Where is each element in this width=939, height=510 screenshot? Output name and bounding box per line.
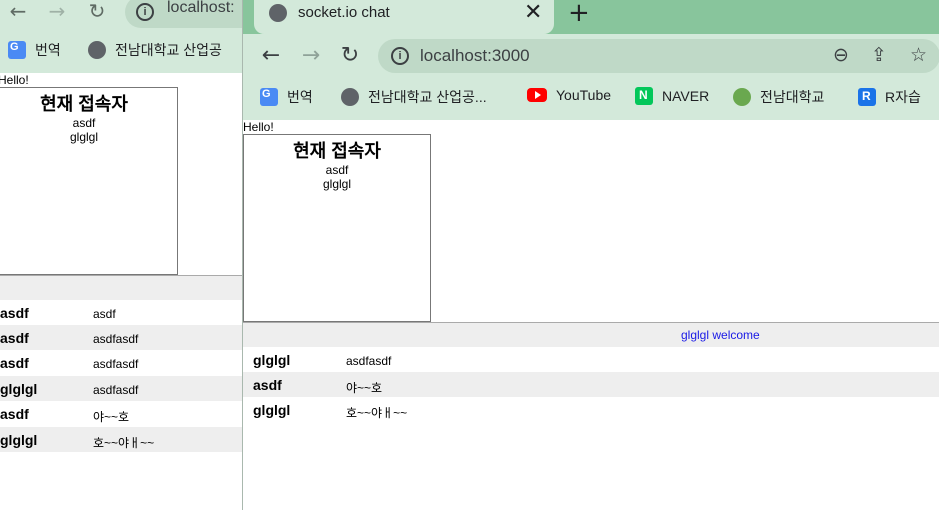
bookmark-r-study[interactable]: R자습 [858, 87, 921, 107]
user-entry: glglgl [322, 177, 352, 191]
close-tab-icon[interactable]: ✕ [524, 0, 542, 26]
bookmark-translate[interactable]: 번역 [8, 40, 61, 60]
globe-icon [269, 4, 287, 22]
bookmark-translate[interactable]: 번역 [260, 87, 313, 107]
cnu-icon [733, 88, 751, 106]
message-author: asdf [0, 406, 29, 422]
url-text: localhost:3000 [420, 46, 530, 65]
front-browser-window[interactable]: socket.io chat ✕ + ← → ↻ i localhost:300… [242, 0, 939, 510]
message-author: glglgl [0, 432, 38, 448]
message-author: asdf [0, 330, 29, 346]
system-message-text: glglgl welcome [681, 328, 760, 342]
bookmark-cnu-industrial[interactable]: 전남대학교 산업공 [88, 40, 222, 60]
reload-icon[interactable]: ↻ [86, 0, 108, 22]
message-text: asdfasdf [93, 332, 139, 346]
bookmark-label: 번역 [287, 89, 313, 105]
message-author: glglgl [0, 381, 38, 397]
message-text: asdfasdf [346, 354, 392, 368]
translate-icon [260, 88, 278, 106]
tab-socketio-chat[interactable]: socket.io chat ✕ [254, 0, 554, 34]
message-row: glglgl 호~~야ㅐ~~ [243, 397, 939, 422]
message-text: 호~~야ㅐ~~ [93, 436, 155, 450]
forward-arrow-icon[interactable]: → [298, 43, 324, 69]
tab-title: socket.io chat [298, 4, 390, 21]
new-tab-icon[interactable]: + [568, 0, 590, 26]
message-row: asdf 야~~호 [0, 401, 242, 426]
forward-arrow-icon[interactable]: → [46, 0, 68, 22]
back-arrow-icon[interactable]: ← [7, 0, 29, 22]
message-author: asdf [253, 377, 282, 393]
zoom-icon[interactable]: ⊖ [833, 44, 849, 66]
message-text: 야~~호 [346, 381, 383, 395]
youtube-icon [527, 88, 547, 102]
message-text: asdfasdf [93, 383, 139, 397]
site-info-icon[interactable]: i [391, 47, 409, 65]
bookmark-label: NAVER [662, 88, 710, 104]
hello-text: Hello! [243, 120, 274, 134]
message-row: asdf asdfasdf [0, 350, 242, 375]
bookmark-label: YouTube [556, 87, 612, 103]
bookmark-star-icon[interactable]: ☆ [910, 44, 927, 66]
system-row-empty [0, 276, 242, 300]
globe-icon [88, 41, 106, 59]
bookmark-youtube[interactable]: YouTube [527, 87, 611, 103]
message-row: glglgl asdfasdf [0, 376, 242, 401]
message-row: asdf 야~~호 [243, 372, 939, 397]
message-text: 호~~야ㅐ~~ [346, 406, 408, 420]
message-row: asdf asdfasdf [0, 325, 242, 350]
back-arrow-icon[interactable]: ← [258, 43, 284, 69]
address-bar[interactable]: i localhost:3000 ⊖ ⇪ ☆ [378, 39, 939, 73]
users-title: 현재 접속자 [293, 141, 381, 161]
bookmark-label: 전남대학교 산업공... [368, 89, 487, 105]
bookmark-cnu-industrial[interactable]: 전남대학교 산업공... [341, 87, 487, 107]
tab-strip: socket.io chat ✕ + [243, 0, 939, 34]
users-title: 현재 접속자 [40, 94, 128, 114]
message-row: asdf asdf [0, 300, 242, 325]
site-info-icon[interactable]: i [136, 3, 154, 21]
user-entry: glglgl [69, 130, 99, 144]
globe-icon [341, 88, 359, 106]
user-entry: asdf [72, 116, 96, 130]
message-author: glglgl [253, 352, 291, 368]
bookmark-label: 전남대학교 [760, 89, 825, 105]
back-browser-window[interactable]: ← → ↻ i localhost: 번역 전남대학교 산업공 Hello! 현… [0, 0, 242, 510]
message-author: glglgl [253, 402, 291, 418]
r-icon [858, 88, 876, 106]
system-message-row: glglgl welcome [243, 323, 939, 347]
bookmark-label: 번역 [35, 42, 61, 58]
message-row: glglgl 호~~야ㅐ~~ [0, 427, 242, 452]
user-entry: asdf [325, 163, 349, 177]
message-author: asdf [0, 305, 29, 321]
back-url-text: localhost: [167, 0, 235, 16]
back-browser-toolbar: ← → ↻ i localhost: 번역 전남대학교 산업공 [0, 0, 242, 73]
message-row: glglgl asdfasdf [243, 347, 939, 372]
message-text: 야~~호 [93, 410, 130, 424]
message-author: asdf [0, 355, 29, 371]
share-icon[interactable]: ⇪ [871, 44, 887, 66]
bookmark-cnu[interactable]: 전남대학교 [733, 87, 824, 107]
users-panel: 현재 접속자 asdf glglgl [243, 134, 431, 322]
front-browser-toolbar: ← → ↻ i localhost:3000 ⊖ ⇪ ☆ 번역 전남대학교 산업… [243, 34, 939, 120]
bookmark-label: R자습 [885, 89, 921, 105]
naver-icon [635, 87, 653, 105]
message-text: asdfasdf [93, 357, 139, 371]
message-text: asdf [93, 307, 116, 321]
back-address-bar[interactable]: i localhost: [125, 0, 242, 28]
translate-icon [8, 41, 26, 59]
bookmark-label: 전남대학교 산업공 [115, 42, 222, 58]
users-panel: 현재 접속자 asdf glglgl [0, 87, 178, 275]
bookmark-naver[interactable]: NAVER [635, 87, 709, 105]
hello-text: Hello! [0, 73, 29, 87]
reload-icon[interactable]: ↻ [337, 43, 363, 69]
